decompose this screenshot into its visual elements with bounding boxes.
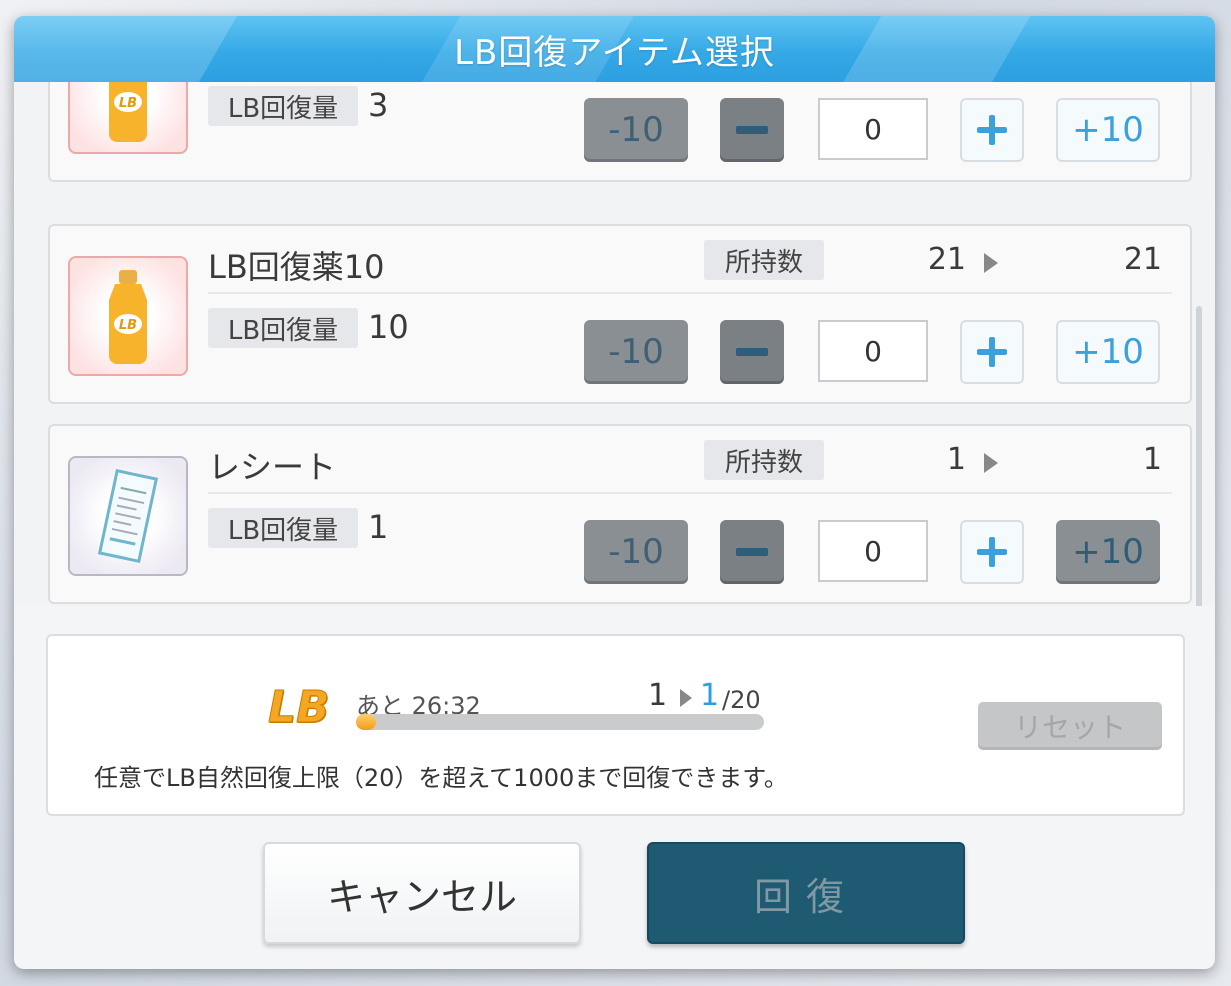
plus-10-button[interactable]: +10: [1056, 520, 1160, 584]
owned-count-after: 21: [1123, 242, 1162, 277]
minus-icon: [736, 548, 768, 556]
lb-logo: LB: [268, 682, 331, 734]
lb-recovery-label: LB回復量: [208, 508, 358, 548]
lb-drink-bottle-icon: LB: [109, 82, 147, 142]
lb-count-before: 1: [648, 678, 668, 713]
minus-icon: [736, 126, 768, 134]
item-name: レシート: [208, 448, 337, 486]
recover-button[interactable]: 回復: [647, 842, 965, 944]
lb-recovery-label: LB回復量: [208, 86, 358, 126]
plus-icon: [977, 337, 1007, 367]
svg-text:LB: LB: [119, 318, 137, 333]
scrollbar[interactable]: [1196, 306, 1202, 606]
minus-button[interactable]: [720, 520, 784, 584]
item-thumbnail: LB: [68, 82, 188, 154]
arrow-right-icon: [984, 253, 998, 273]
owned-count-after: 1: [1142, 442, 1162, 477]
lb-recovery-value: 10: [368, 308, 409, 346]
plus-button[interactable]: [960, 98, 1024, 162]
item-list[interactable]: LB LB回復量 3 -10 0 +10 LB LB回復薬10 所持数 21 2…: [14, 82, 1215, 606]
lb-recovery-value: 3: [368, 86, 389, 124]
item-card-receipt: レシート 所持数 1 1 LB回復量 1 -10 0 +10: [48, 424, 1192, 604]
quantity-field[interactable]: 0: [818, 98, 928, 160]
item-thumbnail: LB: [68, 256, 188, 376]
lb-drink-bottle-icon: LB: [109, 270, 147, 364]
dialog-title: LB回復アイテム選択: [454, 32, 775, 73]
plus-10-button[interactable]: +10: [1056, 320, 1160, 384]
quantity-field[interactable]: 0: [818, 520, 928, 582]
plus-10-button[interactable]: +10: [1056, 98, 1160, 162]
lb-recovery-dialog: LB回復アイテム選択 LB LB回復量 3 -10 0 +10 LB LB回復薬…: [14, 16, 1215, 969]
plus-icon: [977, 115, 1007, 145]
minus-10-button[interactable]: -10: [584, 520, 688, 584]
plus-button[interactable]: [960, 320, 1024, 384]
owned-count-label: 所持数: [704, 240, 824, 280]
lb-progress-fill: [356, 714, 377, 730]
item-name: LB回復薬10: [208, 248, 385, 286]
cancel-button[interactable]: キャンセル: [263, 842, 581, 944]
lb-count-max: /20: [722, 686, 761, 714]
item-card-lb-3: LB LB回復量 3 -10 0 +10: [48, 82, 1192, 182]
lb-status-panel: LB あと 26:32 1 1 /20 リセット 任意でLB自然回復上限（20）…: [46, 634, 1185, 816]
lb-progress-bar: [356, 714, 764, 730]
divider: [208, 492, 1172, 494]
plus-button[interactable]: [960, 520, 1024, 584]
minus-10-button[interactable]: -10: [584, 98, 688, 162]
divider: [208, 292, 1172, 294]
quantity-field[interactable]: 0: [818, 320, 928, 382]
lb-recovery-label: LB回復量: [208, 308, 358, 348]
item-card-lb-potion-10: LB LB回復薬10 所持数 21 21 LB回復量 10 -10 0 +10: [48, 224, 1192, 404]
dialog-header: LB回復アイテム選択: [14, 16, 1215, 82]
arrow-right-icon: [984, 453, 998, 473]
owned-count-label: 所持数: [704, 440, 824, 480]
lb-count-after: 1: [700, 678, 720, 713]
reset-button[interactable]: リセット: [978, 702, 1162, 750]
info-text: 任意でLB自然回復上限（20）を超えて1000まで回復できます。: [94, 764, 788, 792]
lb-recovery-value: 1: [368, 508, 389, 546]
owned-count-before: 1: [946, 442, 966, 477]
minus-icon: [736, 348, 768, 356]
item-thumbnail: [68, 456, 188, 576]
minus-button[interactable]: [720, 320, 784, 384]
arrow-right-icon: [680, 689, 692, 707]
minus-10-button[interactable]: -10: [584, 320, 688, 384]
owned-count-before: 21: [927, 242, 966, 277]
svg-text:LB: LB: [119, 96, 137, 111]
plus-icon: [977, 537, 1007, 567]
minus-button[interactable]: [720, 98, 784, 162]
receipt-icon: [97, 468, 159, 564]
